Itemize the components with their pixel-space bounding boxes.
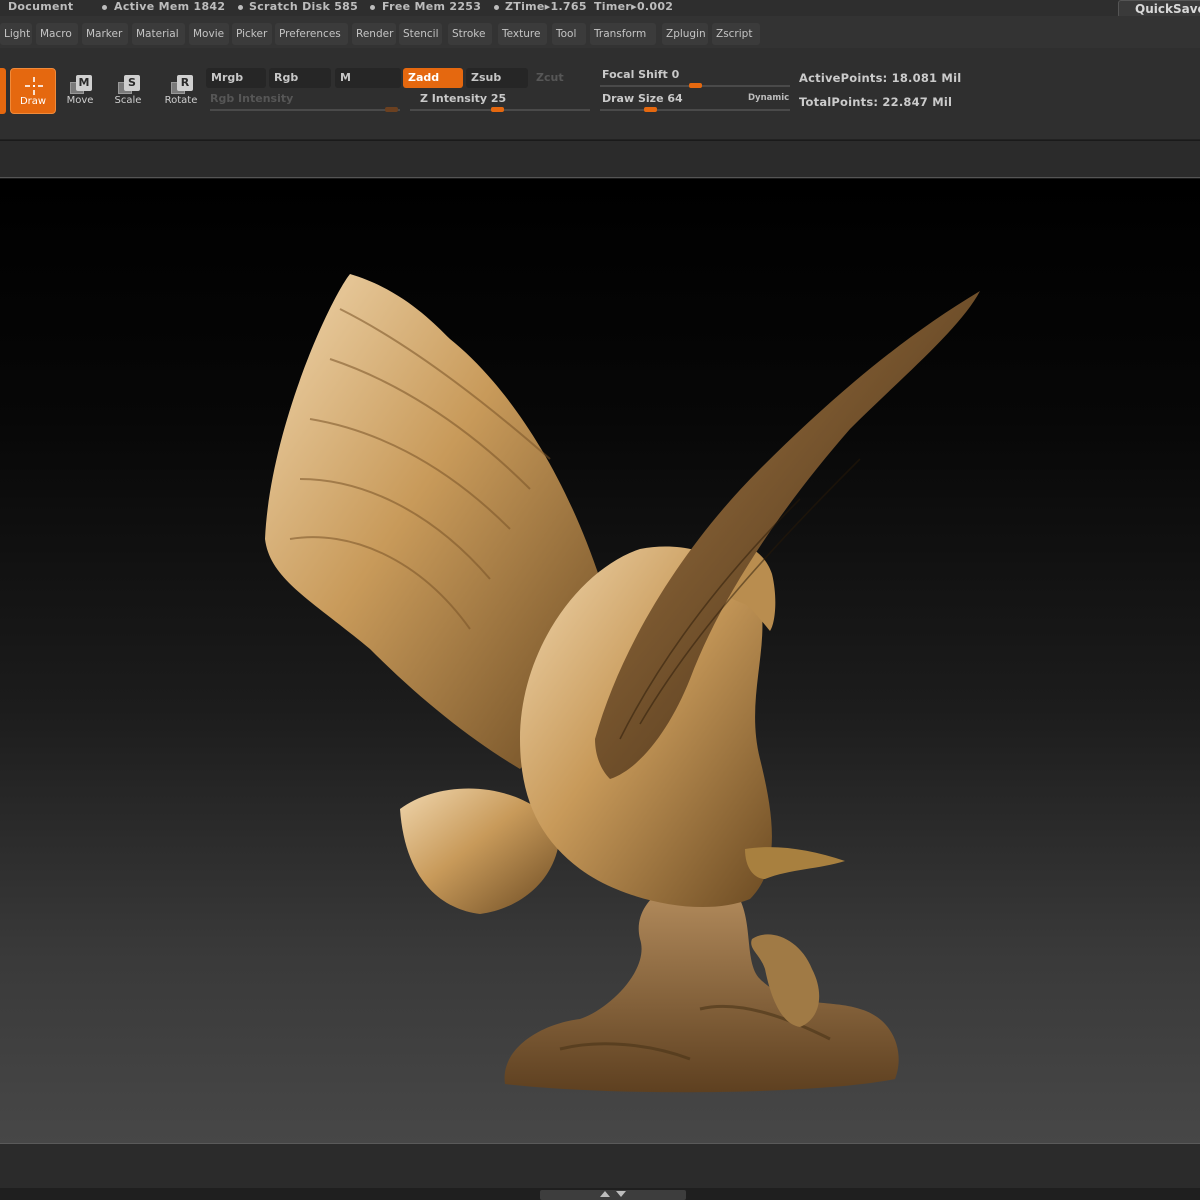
status-separator-dot <box>370 5 375 10</box>
menu-preferences[interactable]: Preferences <box>275 23 348 45</box>
z-intensity-label: Z Intensity 25 <box>420 92 507 105</box>
total-points-readout: TotalPoints: 22.847 Mil <box>799 95 953 109</box>
menu-zplugin[interactable]: Zplugin <box>662 23 708 45</box>
rotate-key-icon: R <box>171 74 193 96</box>
menu-stroke[interactable]: Stroke <box>448 23 492 45</box>
move-tool-label: Move <box>66 95 94 106</box>
draw-tool-button[interactable]: Draw <box>10 68 56 114</box>
status-separator-dot <box>238 5 243 10</box>
status-bar: Document Active Mem 1842 Scratch Disk 58… <box>0 0 1200 16</box>
scratch-disk-readout: Scratch Disk 585 <box>249 0 359 13</box>
menu-marker[interactable]: Marker <box>82 23 128 45</box>
scale-tool-button[interactable]: S Scale <box>105 68 151 114</box>
m-button[interactable]: M <box>335 68 401 88</box>
active-mem-readout: Active Mem 1842 <box>114 0 226 13</box>
rotate-tool-button[interactable]: R Rotate <box>158 68 204 114</box>
chevron-down-icon <box>616 1191 626 1197</box>
status-separator-dot <box>102 5 107 10</box>
menu-picker[interactable]: Picker <box>232 23 272 45</box>
draw-size-knob[interactable] <box>644 107 657 112</box>
menu-transform[interactable]: Transform <box>590 23 656 45</box>
menu-texture[interactable]: Texture <box>498 23 547 45</box>
chevron-up-icon <box>600 1191 610 1197</box>
eagle-talons <box>745 847 845 879</box>
scale-key-letter: S <box>124 75 140 91</box>
edit-button-partial[interactable] <box>0 68 6 114</box>
move-key-letter: M <box>76 75 92 91</box>
scale-tool-label: Scale <box>114 95 142 106</box>
menu-material[interactable]: Material <box>132 23 185 45</box>
viewport-canvas[interactable] <box>0 179 1200 1143</box>
move-tool-button[interactable]: M Move <box>57 68 103 114</box>
rotate-tool-label: Rotate <box>164 95 198 106</box>
draw-tool-label: Draw <box>19 96 47 107</box>
rgb-button[interactable]: Rgb <box>269 68 331 88</box>
focal-shift-knob[interactable] <box>689 83 702 88</box>
zcut-button[interactable]: Zcut <box>531 68 591 88</box>
free-mem-readout: Free Mem 2253 <box>382 0 482 13</box>
rgb-intensity-slider[interactable] <box>210 109 400 111</box>
menu-zscript[interactable]: Zscript <box>712 23 760 45</box>
rotate-key-letter: R <box>177 75 193 91</box>
rgb-intensity-knob[interactable] <box>385 107 398 112</box>
menu-tool[interactable]: Tool <box>552 23 586 45</box>
z-intensity-knob[interactable] <box>491 107 504 112</box>
move-key-icon: M <box>70 74 92 96</box>
menu-movie[interactable]: Movie <box>189 23 229 45</box>
rgb-intensity-label: Rgb Intensity <box>210 92 294 105</box>
draw-crosshair-icon <box>25 77 43 95</box>
active-points-readout: ActivePoints: 18.081 Mil <box>799 71 962 85</box>
draw-size-label: Draw Size 64 <box>602 92 683 105</box>
menu-macro[interactable]: Macro <box>36 23 78 45</box>
ztime-readout: ZTime▸1.765 <box>505 0 587 13</box>
menu-stencil[interactable]: Stencil <box>399 23 442 45</box>
draw-size-slider[interactable] <box>600 109 790 111</box>
rock-base <box>504 877 899 1093</box>
eagle-sculpture-model <box>265 274 980 1093</box>
scale-key-icon: S <box>118 74 140 96</box>
menu-light[interactable]: Light <box>0 23 32 45</box>
dynamic-toggle[interactable]: Dynamic <box>748 93 789 103</box>
secondary-toolbar <box>0 141 1200 178</box>
zsub-button[interactable]: Zsub <box>466 68 528 88</box>
mrgb-button[interactable]: Mrgb <box>206 68 266 88</box>
bottom-collapse-handle[interactable] <box>540 1190 686 1200</box>
zadd-button[interactable]: Zadd <box>403 68 463 88</box>
menu-render[interactable]: Render <box>352 23 396 45</box>
focal-shift-label: Focal Shift 0 <box>602 68 680 81</box>
timer-readout: Timer▸0.002 <box>594 0 674 13</box>
status-separator-dot <box>494 5 499 10</box>
document-menu-label[interactable]: Document <box>8 0 73 13</box>
